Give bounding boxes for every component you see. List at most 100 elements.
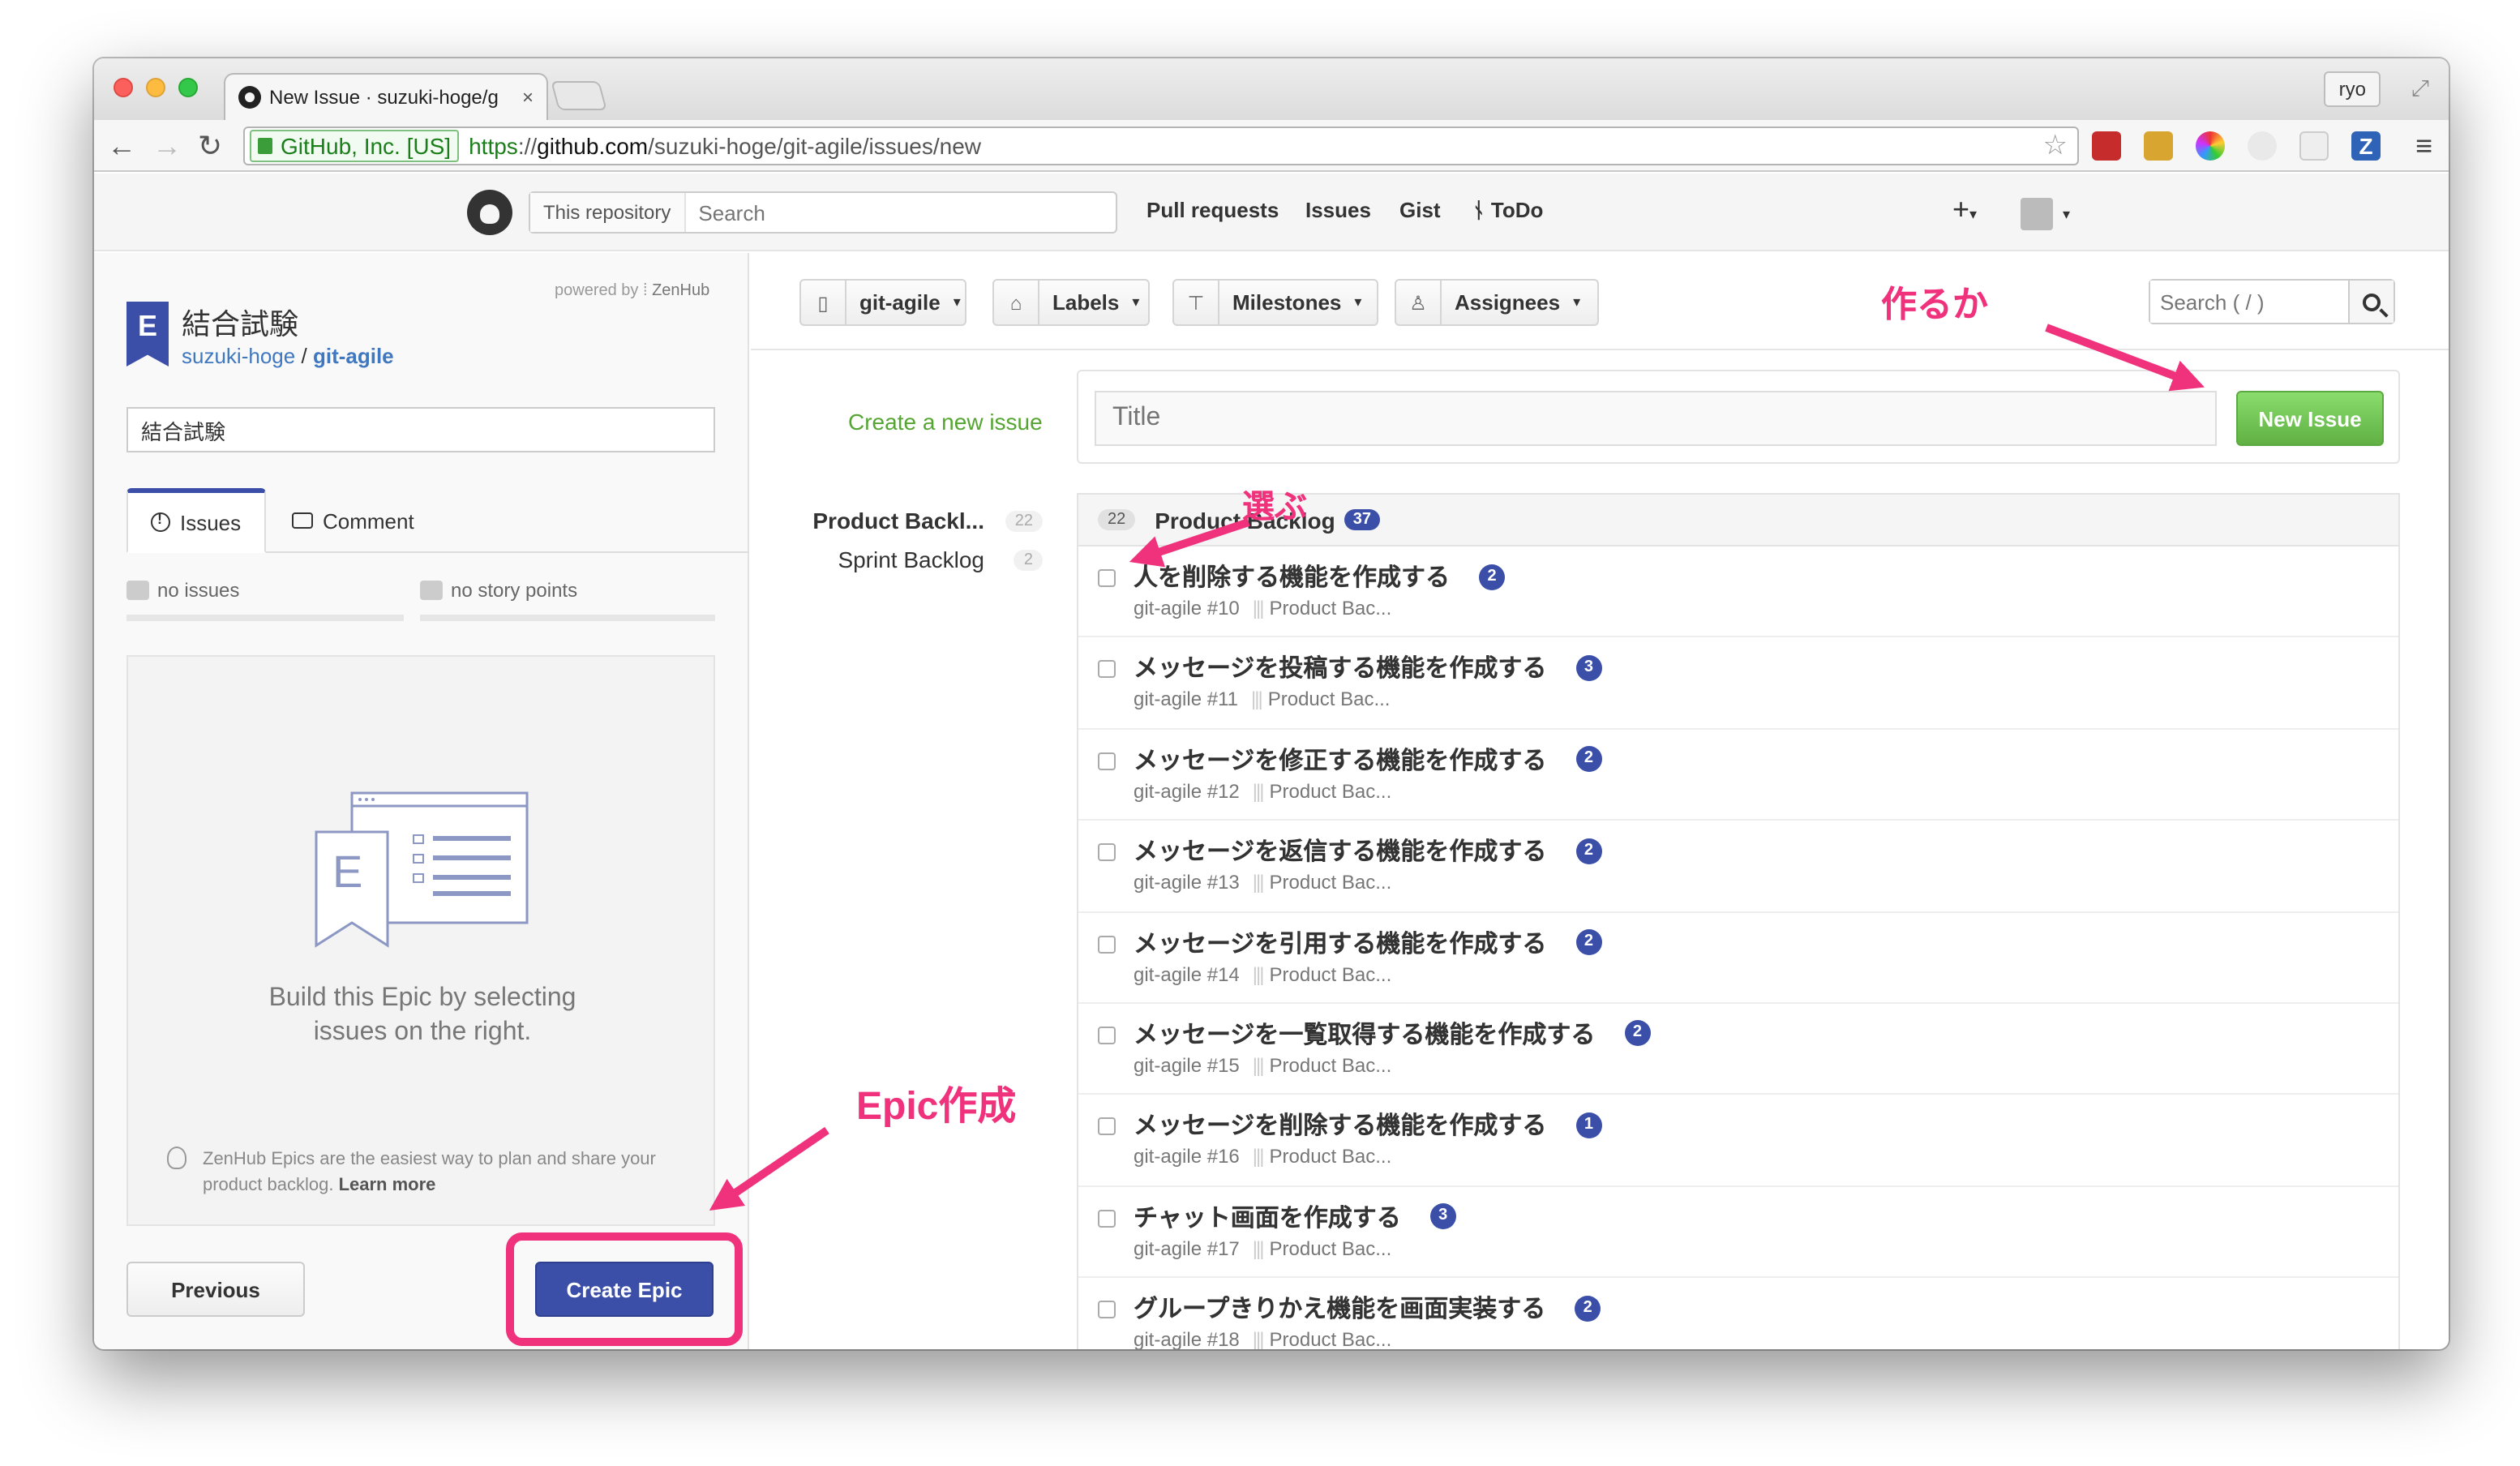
issue-checkbox[interactable] bbox=[1098, 843, 1116, 862]
pipeline-count: 22 bbox=[1005, 511, 1043, 532]
fullscreen-icon[interactable]: ⤢ bbox=[2411, 75, 2429, 102]
forward-button[interactable]: → bbox=[152, 130, 182, 162]
pipeline-icon: ||| bbox=[1252, 871, 1265, 894]
epic-tabs: Issues Comment bbox=[126, 488, 749, 553]
issue-checkbox[interactable] bbox=[1098, 569, 1116, 587]
issue-meta: git-agile #11 ||| Product Bac... bbox=[1134, 688, 1390, 711]
browser-menu-icon[interactable]: ≡ bbox=[2415, 131, 2432, 161]
issue-row: チャット画面を作成する 3 git-agile #17 ||| Product Bac.… bbox=[1078, 1186, 2398, 1279]
issue-row: メッセージを削除する機能を作成する 1 git-agile #16 ||| Produc… bbox=[1078, 1095, 2398, 1187]
issue-title[interactable]: チャット画面を作成する 3 bbox=[1134, 1199, 1456, 1233]
tab-title: New Issue · suzuki-hoge/g bbox=[269, 86, 499, 109]
issue-search-input[interactable] bbox=[2150, 281, 2348, 323]
issue-title[interactable]: メッセージを削除する機能を作成する 1 bbox=[1134, 1108, 1602, 1142]
issue-row: グループきりかえ機能を画面実装する 2 git-agile #18 ||| Produc… bbox=[1078, 1278, 2398, 1349]
zoom-window-button[interactable] bbox=[178, 78, 198, 97]
issue-checkbox[interactable] bbox=[1098, 752, 1116, 770]
page-extension-icon[interactable] bbox=[2299, 131, 2329, 161]
issue-checkbox[interactable] bbox=[1098, 1117, 1116, 1136]
user-avatar[interactable] bbox=[2021, 198, 2053, 230]
issue-pipeline: Product Bac... bbox=[1269, 871, 1392, 894]
pipeline-icon: ||| bbox=[1252, 597, 1265, 619]
repo-owner-link[interactable]: suzuki-hoge bbox=[182, 344, 295, 368]
github-logo-icon[interactable] bbox=[467, 190, 512, 235]
issue-meta: git-agile #16 ||| Product Bac... bbox=[1134, 1146, 1391, 1168]
issue-title[interactable]: メッセージを修正する機能を作成する 2 bbox=[1134, 743, 1602, 777]
issue-ref: git-agile #18 bbox=[1134, 1328, 1240, 1349]
reload-button[interactable]: ↻ bbox=[198, 130, 222, 162]
issue-checkbox[interactable] bbox=[1098, 1209, 1116, 1228]
tab-close-icon[interactable]: × bbox=[522, 86, 534, 109]
issue-title[interactable]: 人を削除する機能を作成する 2 bbox=[1134, 559, 1506, 594]
avatar-chevron-down-icon[interactable]: ▾ bbox=[2063, 206, 2070, 224]
new-issue-button[interactable]: New Issue bbox=[2236, 391, 2384, 446]
issue-pipeline: Product Bac... bbox=[1269, 1328, 1392, 1349]
nav-todo[interactable]: ᚾ ToDo bbox=[1472, 198, 1543, 222]
previous-button[interactable]: Previous bbox=[126, 1262, 305, 1317]
issue-title[interactable]: グループきりかえ機能を画面実装する 2 bbox=[1134, 1291, 1601, 1325]
repo-filter-button[interactable]: ▯ git-agile ▾ bbox=[799, 279, 966, 326]
issue-checkbox[interactable] bbox=[1098, 1026, 1116, 1044]
checklist-icon bbox=[126, 581, 149, 600]
issue-ref: git-agile #13 bbox=[1134, 871, 1240, 894]
issue-checkbox[interactable] bbox=[1098, 1301, 1116, 1319]
color-picker-extension-icon[interactable] bbox=[2196, 131, 2225, 161]
ev-certificate-badge[interactable]: GitHub, Inc. [US] bbox=[250, 130, 460, 162]
nav-pull-requests[interactable]: Pull requests bbox=[1146, 198, 1279, 222]
issue-checkbox[interactable] bbox=[1098, 660, 1116, 679]
learn-more-link[interactable]: Learn more bbox=[339, 1176, 436, 1195]
issue-title[interactable]: メッセージを返信する機能を作成する 2 bbox=[1134, 834, 1602, 868]
extension-icon-gray[interactable] bbox=[2248, 131, 2277, 161]
person-icon: ♙ bbox=[1396, 281, 1442, 324]
zenhub-extension-icon[interactable]: Z bbox=[2351, 131, 2381, 161]
issue-pipeline: Product Bac... bbox=[1269, 597, 1392, 619]
nav-gist[interactable]: Gist bbox=[1399, 198, 1441, 222]
extension-icon[interactable] bbox=[2144, 131, 2173, 161]
issue-title[interactable]: メッセージを一覧取得する機能を作成する 2 bbox=[1134, 1017, 1651, 1051]
issue-ref: git-agile #11 bbox=[1134, 688, 1238, 711]
browser-tab[interactable]: New Issue · suzuki-hoge/g × bbox=[224, 73, 548, 120]
issue-title[interactable]: メッセージを引用する機能を作成する 2 bbox=[1134, 925, 1602, 959]
issue-meta: git-agile #18 ||| Product Bac... bbox=[1134, 1328, 1391, 1349]
pipeline-issue-count: 22 bbox=[1098, 509, 1136, 530]
pipeline-sprint-backlog[interactable]: Sprint Backlog 2 bbox=[799, 542, 1043, 581]
tab-comment-label: Comment bbox=[323, 508, 414, 533]
adblock-extension-icon[interactable] bbox=[2092, 131, 2121, 161]
issue-title[interactable]: メッセージを投稿する機能を作成する 3 bbox=[1134, 651, 1602, 685]
bookmark-star-icon[interactable]: ☆ bbox=[2043, 128, 2068, 164]
repo-name-link[interactable]: git-agile bbox=[313, 344, 394, 368]
nav-issues[interactable]: Issues bbox=[1305, 198, 1371, 222]
new-tab-button[interactable] bbox=[551, 81, 607, 110]
create-new-menu[interactable]: +▾ bbox=[1952, 193, 1977, 227]
epic-illustration-icon: E bbox=[315, 791, 529, 948]
milestones-filter-label: Milestones bbox=[1232, 290, 1342, 315]
filter-bar: ▯ git-agile ▾ ⌂ Labels ▾ ⊤ Milestones ▾ ♙ Assig… bbox=[751, 253, 2449, 350]
issue-ref: git-agile #12 bbox=[1134, 779, 1240, 803]
epic-title-input[interactable] bbox=[126, 407, 715, 452]
url-path: /suzuki-hoge/git-agile/issues/new bbox=[648, 133, 982, 159]
issue-meta: git-agile #17 ||| Product Bac... bbox=[1134, 1237, 1391, 1259]
close-window-button[interactable] bbox=[114, 78, 133, 97]
address-bar[interactable]: GitHub, Inc. [US] https://github.com/suz… bbox=[243, 126, 2079, 165]
screenshot-stage: New Issue · suzuki-hoge/g × ryo ⤢ ← → ↻ … bbox=[0, 0, 2520, 1466]
issue-list: 22 Product Backlog 37 人を削除する機能を作成する 2 git-… bbox=[1077, 493, 2400, 1349]
minimize-window-button[interactable] bbox=[146, 78, 165, 97]
profile-button[interactable]: ryo bbox=[2324, 71, 2381, 107]
tab-issues[interactable]: Issues bbox=[126, 488, 266, 553]
issue-title-input[interactable] bbox=[1095, 391, 2217, 446]
estimate-badge: 3 bbox=[1429, 1203, 1456, 1230]
back-button[interactable]: ← bbox=[107, 130, 136, 162]
issue-checkbox[interactable] bbox=[1098, 935, 1116, 954]
search-button[interactable] bbox=[2348, 281, 2394, 323]
powered-prefix: powered by bbox=[555, 282, 639, 300]
tab-comment[interactable]: Comment bbox=[269, 488, 437, 553]
assignees-filter-label: Assignees bbox=[1455, 290, 1561, 315]
assignees-filter-button[interactable]: ♙ Assignees ▾ bbox=[1395, 279, 1599, 326]
site-search-input[interactable] bbox=[685, 200, 1075, 225]
issues-main: ▯ git-agile ▾ ⌂ Labels ▾ ⊤ Milestones ▾ ♙ Assig… bbox=[751, 253, 2449, 1349]
labels-filter-label: Labels bbox=[1052, 290, 1120, 315]
milestone-icon: ⊤ bbox=[1174, 281, 1219, 324]
milestones-filter-button[interactable]: ⊤ Milestones ▾ bbox=[1172, 279, 1378, 326]
labels-filter-button[interactable]: ⌂ Labels ▾ bbox=[992, 279, 1150, 326]
pipeline-product-backlog[interactable]: Product Backl... 22 bbox=[799, 503, 1043, 542]
